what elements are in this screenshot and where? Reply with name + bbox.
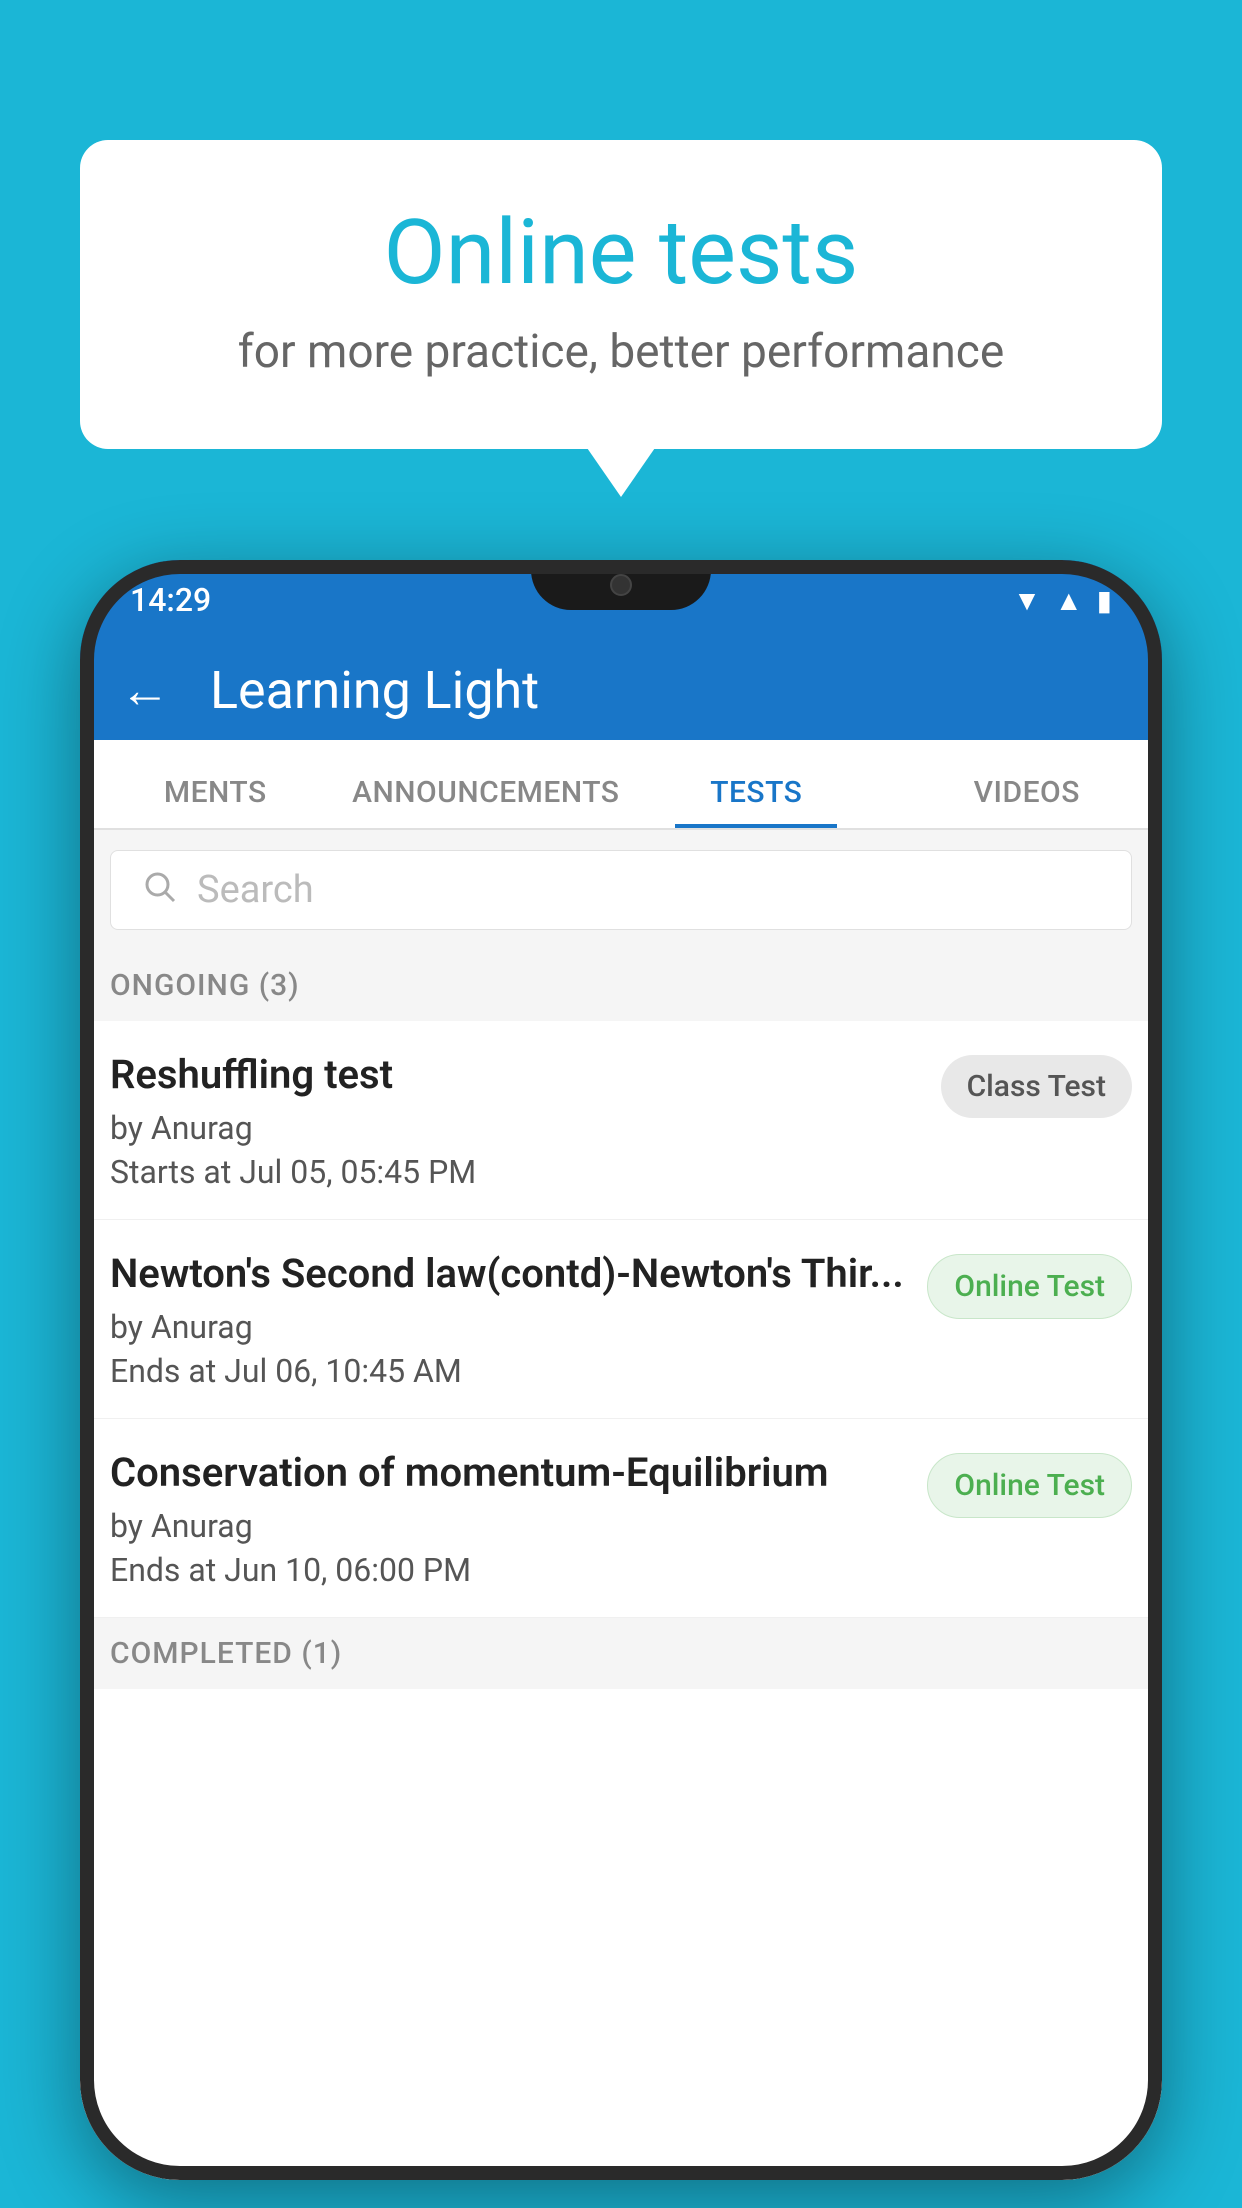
app-title: Learning Light	[210, 660, 539, 721]
test-date: Starts at Jul 05, 05:45 PM	[110, 1153, 921, 1191]
ongoing-section-header: ONGOING (3)	[80, 950, 1162, 1021]
bubble-subtitle: for more practice, better performance	[160, 325, 1082, 379]
test-name: Newton's Second law(contd)-Newton's Thir…	[110, 1250, 907, 1298]
tab-tests[interactable]: TESTS	[621, 775, 892, 828]
tab-bar: MENTS ANNOUNCEMENTS TESTS VIDEOS	[80, 740, 1162, 830]
back-button[interactable]: ←	[120, 661, 170, 720]
app-header: ← Learning Light	[80, 640, 1162, 740]
phone-frame: 14:29 ▼ ▲ ▮ ← Learning Light MENTS ANNOU…	[80, 560, 1162, 2180]
completed-label: COMPLETED (1)	[110, 1636, 342, 1671]
bubble-title: Online tests	[160, 200, 1082, 305]
ongoing-label: ONGOING (3)	[110, 968, 300, 1003]
search-bar[interactable]: Search	[110, 850, 1132, 930]
phone-screen: MENTS ANNOUNCEMENTS TESTS VIDEOS	[80, 740, 1162, 2180]
tab-videos[interactable]: VIDEOS	[892, 775, 1163, 828]
test-by: by Anurag	[110, 1308, 907, 1346]
signal-icon: ▲	[1055, 584, 1083, 617]
search-container: Search	[80, 830, 1162, 950]
test-item[interactable]: Conservation of momentum-Equilibrium by …	[80, 1419, 1162, 1618]
online-test-badge: Online Test	[927, 1453, 1132, 1518]
test-name: Reshuffling test	[110, 1051, 921, 1099]
tab-ments[interactable]: MENTS	[80, 775, 351, 828]
status-icons: ▼ ▲ ▮	[1013, 584, 1112, 617]
test-item[interactable]: Newton's Second law(contd)-Newton's Thir…	[80, 1220, 1162, 1419]
status-time: 14:29	[130, 581, 211, 619]
test-info: Conservation of momentum-Equilibrium by …	[110, 1449, 907, 1589]
test-by: by Anurag	[110, 1507, 907, 1545]
wifi-icon: ▼	[1013, 584, 1041, 617]
search-icon	[141, 867, 177, 914]
completed-section-header: COMPLETED (1)	[80, 1618, 1162, 1689]
battery-icon: ▮	[1097, 584, 1112, 617]
phone-notch	[531, 560, 711, 610]
test-info: Reshuffling test by Anurag Starts at Jul…	[110, 1051, 921, 1191]
search-placeholder: Search	[197, 868, 314, 912]
test-by: by Anurag	[110, 1109, 921, 1147]
front-camera	[610, 574, 632, 596]
phone-container: 14:29 ▼ ▲ ▮ ← Learning Light MENTS ANNOU…	[80, 560, 1162, 2208]
class-test-badge: Class Test	[941, 1055, 1132, 1118]
test-info: Newton's Second law(contd)-Newton's Thir…	[110, 1250, 907, 1390]
test-date: Ends at Jul 06, 10:45 AM	[110, 1352, 907, 1390]
test-date: Ends at Jun 10, 06:00 PM	[110, 1551, 907, 1589]
tab-announcements[interactable]: ANNOUNCEMENTS	[351, 775, 622, 828]
test-item[interactable]: Reshuffling test by Anurag Starts at Jul…	[80, 1021, 1162, 1220]
online-test-badge: Online Test	[927, 1254, 1132, 1319]
test-name: Conservation of momentum-Equilibrium	[110, 1449, 907, 1497]
speech-bubble: Online tests for more practice, better p…	[80, 140, 1162, 449]
